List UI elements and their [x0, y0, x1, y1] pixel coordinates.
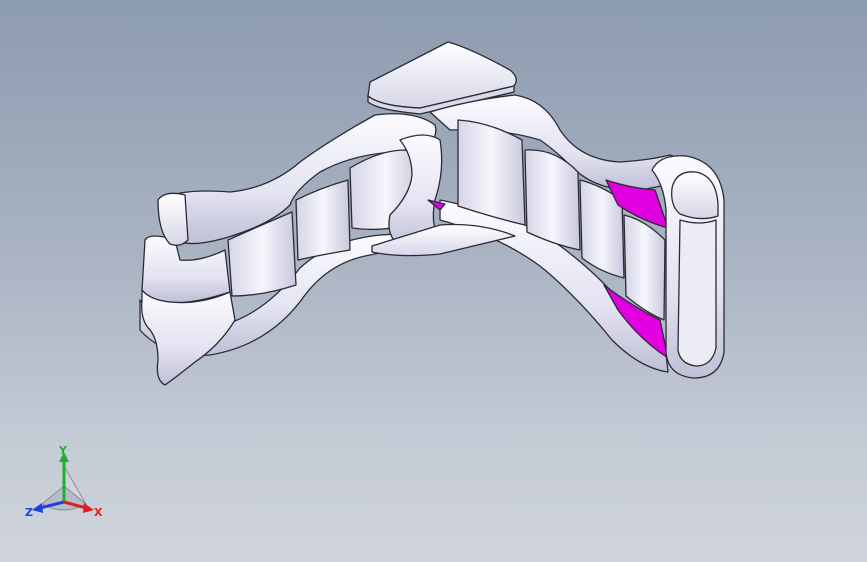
coordinate-triad: Y X Z: [24, 444, 104, 526]
z-axis-label: Z: [25, 506, 33, 519]
right-end-frame-face: [677, 219, 717, 367]
right-cylinder-1: [457, 119, 526, 226]
triad-graphic: Y X Z: [25, 444, 103, 519]
x-axis-arrow: [83, 503, 94, 513]
graphics-viewport[interactable]: Y X Z: [0, 0, 867, 562]
z-axis-arrow: [32, 503, 43, 513]
model-part[interactable]: [0, 0, 867, 562]
part-body: [139, 41, 725, 386]
left-end-foot: [141, 289, 236, 386]
y-axis-label: Y: [58, 446, 68, 457]
x-axis-label: X: [94, 506, 103, 519]
left-end-block: [141, 235, 231, 304]
left-cylinder-2: [295, 179, 351, 261]
